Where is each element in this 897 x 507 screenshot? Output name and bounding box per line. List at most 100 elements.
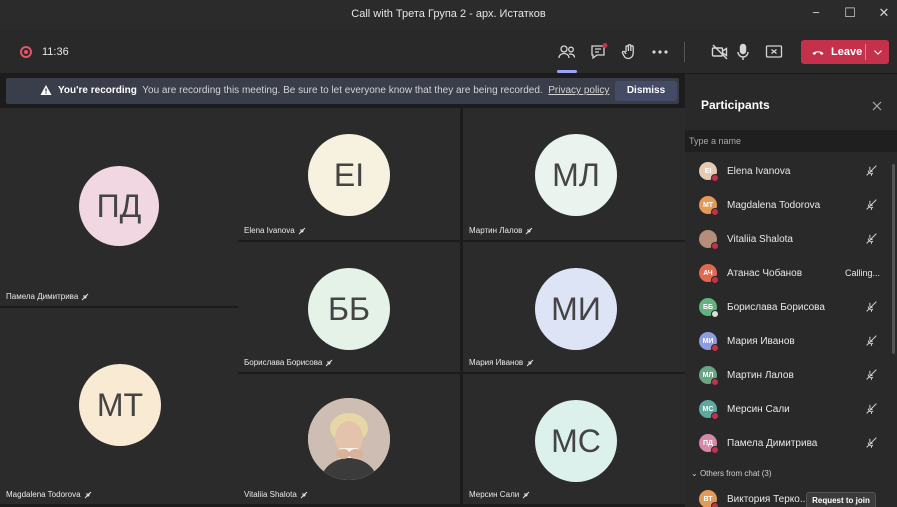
participant-item[interactable]: ББ Борислава Борисова bbox=[685, 290, 897, 324]
leave-button[interactable]: Leave bbox=[801, 40, 889, 64]
participant-name: Vitaliia Shalota bbox=[244, 490, 297, 499]
video-tile[interactable]: EI Elena Ivanova bbox=[238, 108, 460, 240]
presence-icon bbox=[711, 446, 719, 454]
request-to-join-button[interactable]: Request to join bbox=[806, 492, 876, 507]
dismiss-button[interactable]: Dismiss bbox=[615, 81, 677, 101]
participant-item[interactable]: ПД Памела Димитрива bbox=[685, 426, 897, 460]
toolbar-divider bbox=[684, 42, 685, 62]
participant-name: Мартин Лалов bbox=[727, 370, 794, 381]
participant-avatar: EI bbox=[699, 162, 719, 182]
mic-muted-icon bbox=[300, 491, 308, 498]
person-photo-icon bbox=[308, 398, 390, 480]
participant-avatar: АЧ bbox=[699, 264, 719, 284]
presence-icon bbox=[711, 502, 719, 507]
participant-initials: МИ bbox=[702, 337, 714, 345]
leave-button-divider bbox=[865, 44, 866, 60]
presence-icon bbox=[711, 344, 719, 352]
camera-off-icon[interactable] bbox=[710, 42, 730, 62]
participant-item[interactable]: EI Elena Ivanova bbox=[685, 154, 897, 188]
close-window-icon[interactable]: ✕ bbox=[877, 5, 891, 21]
recording-indicator-icon bbox=[20, 46, 32, 58]
avatar-initials: МИ bbox=[551, 290, 601, 327]
participant-avatar: ББ bbox=[699, 298, 719, 318]
video-tile[interactable]: Vitaliia Shalota bbox=[238, 374, 460, 504]
avatar: EI bbox=[308, 134, 390, 216]
presence-icon bbox=[711, 412, 719, 420]
participant-item[interactable]: MT Magdalena Todorova bbox=[685, 188, 897, 222]
search-placeholder: Type a name bbox=[689, 136, 742, 146]
share-screen-icon[interactable] bbox=[764, 42, 784, 62]
panel-title: Participants bbox=[701, 98, 770, 112]
tile-name: Мария Иванов bbox=[469, 358, 534, 367]
privacy-policy-link[interactable]: Privacy policy bbox=[548, 85, 609, 96]
avatar: МТ bbox=[79, 364, 161, 446]
participant-item[interactable]: МС Мерсин Сали bbox=[685, 392, 897, 426]
tile-name: Памела Димитрива bbox=[6, 292, 89, 301]
participant-initials: МЛ bbox=[702, 371, 714, 379]
meeting-timer: 11:36 bbox=[42, 46, 69, 58]
warning-icon bbox=[40, 85, 52, 95]
leave-label: Leave bbox=[831, 46, 863, 58]
calling-status: Calling... bbox=[845, 268, 881, 278]
presence-icon bbox=[711, 378, 719, 386]
others-from-chat-header[interactable]: ⌄ Others from chat (3) bbox=[691, 469, 772, 478]
presence-icon bbox=[711, 310, 719, 318]
avatar: МС bbox=[535, 400, 617, 482]
window-title: Call with Трета Група 2 - арх. Истатков bbox=[351, 8, 546, 20]
participant-avatar bbox=[699, 230, 719, 250]
mic-muted-icon[interactable] bbox=[865, 402, 878, 415]
tile-name: Elena Ivanova bbox=[244, 226, 306, 235]
mic-muted-icon bbox=[84, 491, 91, 498]
participants-active-indicator bbox=[557, 70, 577, 73]
tile-name: Мерсин Сали bbox=[469, 490, 530, 499]
avatar: МЛ bbox=[535, 134, 617, 216]
presence-icon bbox=[711, 276, 719, 284]
participant-name: Мерсин Сали bbox=[469, 490, 520, 499]
video-tile[interactable]: ПД Памела Димитрива bbox=[0, 108, 238, 306]
minimize-icon[interactable]: − bbox=[809, 5, 823, 21]
mic-muted-icon bbox=[526, 359, 534, 366]
participant-initials: МС bbox=[702, 405, 714, 413]
more-actions-icon[interactable] bbox=[650, 42, 670, 62]
participant-name: Борислава Борисова bbox=[244, 358, 323, 367]
chat-icon[interactable] bbox=[589, 42, 609, 62]
video-tile[interactable]: МЛ Мартин Лалов bbox=[463, 108, 685, 240]
mic-muted-icon[interactable] bbox=[865, 368, 878, 381]
avatar-initials: ББ bbox=[328, 290, 370, 327]
raise-hand-icon[interactable] bbox=[619, 42, 639, 62]
mic-muted-icon[interactable] bbox=[865, 164, 878, 177]
video-tile[interactable]: МТ Magdalena Todorova bbox=[0, 308, 238, 504]
presence-icon bbox=[711, 174, 719, 182]
mic-muted-icon bbox=[522, 491, 530, 498]
video-tile[interactable]: МС Мерсин Сали bbox=[463, 374, 685, 504]
participants-icon[interactable] bbox=[557, 42, 577, 62]
participant-name: Мерсин Сали bbox=[727, 404, 790, 415]
mic-muted-icon[interactable] bbox=[865, 198, 878, 211]
maximize-icon[interactable]: ☐ bbox=[843, 5, 857, 21]
video-tile[interactable]: ББ Борислава Борисова bbox=[238, 242, 460, 372]
participant-item[interactable]: АЧ Атанас Чобанов Calling... bbox=[685, 256, 897, 290]
mic-muted-icon[interactable] bbox=[865, 436, 878, 449]
participant-item[interactable]: Vitaliia Shalota bbox=[685, 222, 897, 256]
participant-name: Elena Ivanova bbox=[244, 226, 295, 235]
window-controls: − ☐ ✕ bbox=[809, 5, 891, 21]
tile-name: Борислава Борисова bbox=[244, 358, 333, 367]
video-tile[interactable]: МИ Мария Иванов bbox=[463, 242, 685, 372]
participant-name: Magdalena Todorova bbox=[6, 490, 81, 499]
participant-avatar: МИ bbox=[699, 332, 719, 352]
participant-name: Памела Димитрива bbox=[6, 292, 79, 301]
avatar-initials: МТ bbox=[96, 386, 144, 423]
participant-item[interactable]: МИ Мария Иванов bbox=[685, 324, 897, 358]
mic-muted-icon[interactable] bbox=[865, 300, 878, 313]
mic-muted-icon[interactable] bbox=[865, 232, 878, 245]
microphone-icon[interactable] bbox=[733, 42, 753, 62]
participant-name: Борислава Борисова bbox=[727, 302, 825, 313]
mic-muted-icon[interactable] bbox=[865, 334, 878, 347]
participant-avatar: ВТ bbox=[699, 490, 719, 507]
participant-item[interactable]: МЛ Мартин Лалов bbox=[685, 358, 897, 392]
participants-panel: Participants Type a name EI Elena Ivanov… bbox=[685, 74, 897, 507]
tile-name: Vitaliia Shalota bbox=[244, 490, 308, 499]
mic-muted-icon bbox=[81, 293, 89, 300]
close-icon[interactable] bbox=[871, 100, 883, 112]
chevron-down-icon[interactable] bbox=[871, 45, 885, 59]
